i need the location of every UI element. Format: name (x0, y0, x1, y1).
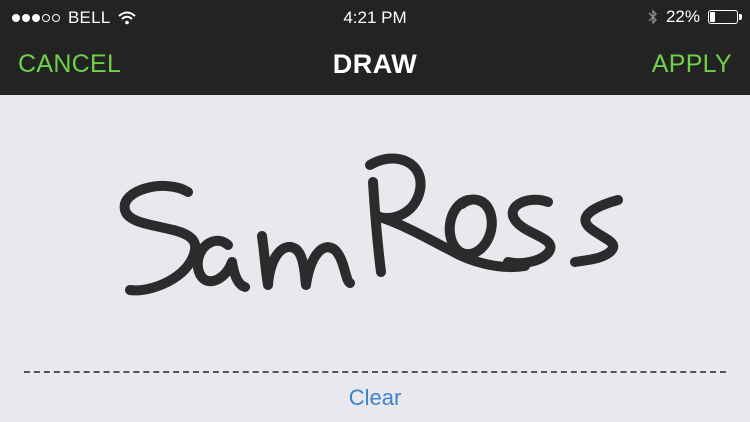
status-time: 4:21 PM (343, 8, 407, 27)
status-right: 22% (648, 7, 742, 27)
navigation-bar: CANCEL DRAW APPLY (0, 34, 750, 95)
page-title: DRAW (332, 49, 418, 79)
drawing-canvas[interactable] (0, 95, 750, 365)
clear-button[interactable]: Clear (0, 385, 750, 411)
signature-baseline (24, 371, 726, 373)
battery-percent: 22% (665, 7, 700, 26)
top-bar: BELL 4:21 PM 22% CANCEL DRAW APPLY (0, 0, 750, 95)
apply-button[interactable]: APPLY (652, 50, 732, 79)
signature-drawing (119, 153, 623, 296)
status-bar: BELL 4:21 PM 22% (0, 0, 750, 34)
bluetooth-icon (648, 9, 657, 25)
battery-icon (708, 10, 742, 24)
